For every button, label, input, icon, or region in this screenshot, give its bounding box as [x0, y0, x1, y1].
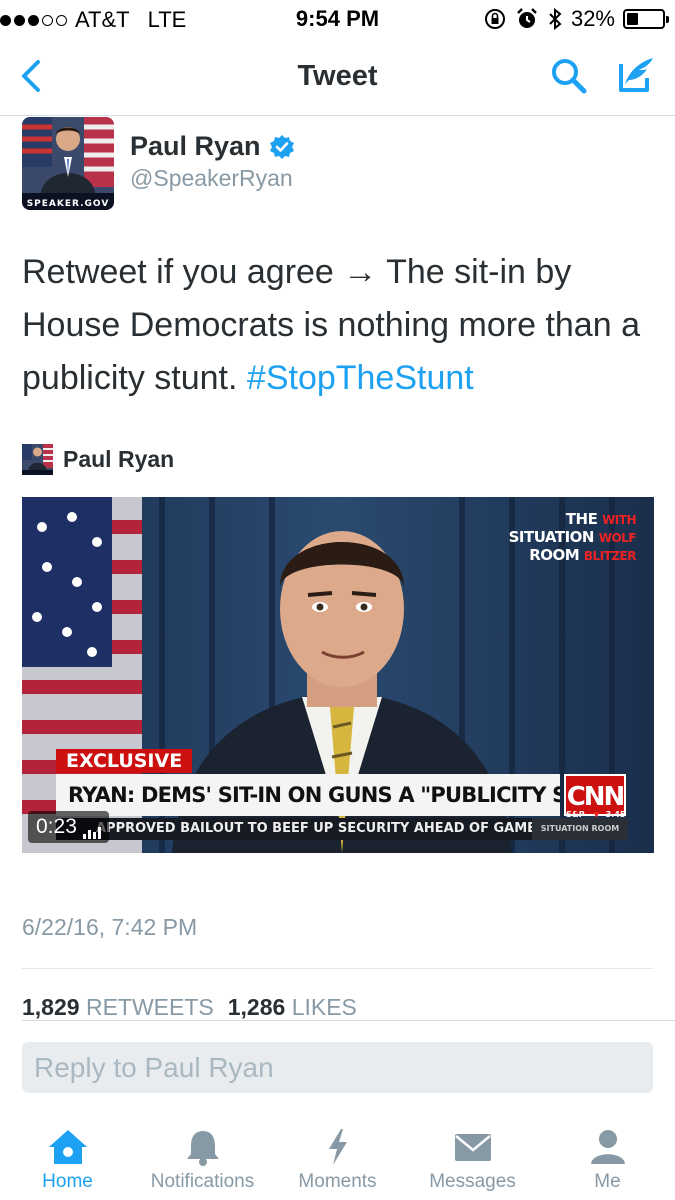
show-with: WITH — [602, 513, 636, 527]
tab-label: Me — [594, 1171, 621, 1192]
status-bar: AT&T LTE 9:54 PM 32% — [0, 0, 675, 40]
search-icon[interactable] — [549, 56, 589, 96]
show-line-3: ROOM — [529, 546, 580, 564]
battery-icon — [623, 9, 669, 29]
chyron-headline: RYAN: DEMS' SIT-IN ON GUNS A "PUBLICITY … — [56, 774, 560, 816]
likes-stat[interactable]: 1,286 LIKES — [228, 994, 357, 1021]
tab-label: Notifications — [150, 1171, 255, 1192]
person-icon — [590, 1130, 625, 1164]
retweets-count[interactable]: 1,829 — [22, 994, 80, 1020]
show-logo: THE WITH SITUATION WOLF ROOM BLITZER — [508, 510, 637, 565]
tab-moments[interactable]: Moments — [270, 1115, 405, 1200]
author-name-row[interactable]: Paul Ryan — [130, 131, 295, 162]
audio-bar — [87, 830, 91, 839]
verified-badge-icon — [269, 134, 294, 159]
divider — [22, 1020, 675, 1021]
media-author-avatar — [22, 444, 53, 475]
tweet-text: Retweet if you agree → The sit-in by Hou… — [22, 246, 662, 405]
audio-bar — [97, 827, 101, 839]
tab-me[interactable]: Me — [540, 1115, 675, 1200]
show-line-2: SITUATION — [508, 528, 595, 546]
reply-input[interactable] — [22, 1042, 653, 1093]
tab-messages[interactable]: Messages — [405, 1115, 540, 1200]
tweet-timestamp: 6/22/16, 7:42 PM — [22, 914, 198, 940]
alarm-icon — [517, 8, 537, 28]
show-wolf: WOLF — [598, 531, 637, 545]
author-handle[interactable]: @SpeakerRyan — [130, 165, 293, 192]
audio-bar — [92, 832, 96, 839]
tab-home[interactable]: Home — [0, 1115, 135, 1200]
tab-label: Messages — [429, 1171, 516, 1192]
envelope-icon — [454, 1134, 491, 1161]
tweet-author[interactable]: SPEAKER.GOV Paul Ryan @SpeakerRyan — [22, 117, 662, 213]
compose-icon[interactable] — [615, 54, 657, 96]
video-duration: 0:23 — [28, 811, 109, 843]
status-right: 32% — [483, 6, 669, 32]
bluetooth-icon — [549, 7, 562, 31]
rotation-lock-icon — [484, 9, 505, 29]
retweets-label[interactable]: RETWEETS — [86, 994, 214, 1020]
nav-bar: Tweet — [0, 40, 675, 116]
ticker-show-name: SITUATION ROOM — [532, 818, 628, 840]
duration-text: 0:23 — [36, 815, 77, 838]
audio-bars-icon — [82, 825, 101, 839]
hashtag-link[interactable]: #StopTheStunt — [247, 359, 474, 397]
tab-bar: Home Notifications Moments Messages Me — [0, 1115, 675, 1200]
avatar-caption: SPEAKER.GOV — [27, 199, 110, 209]
media-author-name[interactable]: Paul Ryan — [63, 446, 174, 473]
news-ticker: APPROVED BAILOUT TO BEEF UP SECURITY AHE… — [56, 818, 560, 840]
show-line-1: THE — [565, 510, 598, 528]
tab-label: Home — [42, 1171, 93, 1192]
likes-label[interactable]: LIKES — [292, 994, 357, 1020]
home-icon — [48, 1130, 87, 1164]
exclusive-label: EXCLUSIVE — [56, 749, 193, 773]
tweet-stats: 1,829 RETWEETS 1,286 LIKES — [22, 994, 357, 1021]
show-blitzer: BLITZER — [583, 549, 637, 563]
tab-notifications[interactable]: Notifications — [135, 1115, 270, 1200]
media-card-author[interactable]: Paul Ryan — [22, 444, 174, 475]
lightning-icon — [328, 1129, 347, 1165]
tab-label: Moments — [298, 1171, 377, 1192]
author-name[interactable]: Paul Ryan — [130, 131, 261, 162]
bell-icon — [186, 1131, 219, 1166]
battery-percent: 32% — [570, 6, 615, 31]
divider — [22, 968, 653, 969]
battery-fill — [627, 13, 638, 25]
video-player[interactable]: THE WITH SITUATION WOLF ROOM BLITZER EXC… — [22, 497, 654, 853]
retweets-stat[interactable]: 1,829 RETWEETS — [22, 994, 214, 1021]
likes-count[interactable]: 1,286 — [228, 994, 286, 1020]
avatar[interactable]: SPEAKER.GOV — [22, 117, 114, 210]
audio-bar — [82, 834, 86, 839]
